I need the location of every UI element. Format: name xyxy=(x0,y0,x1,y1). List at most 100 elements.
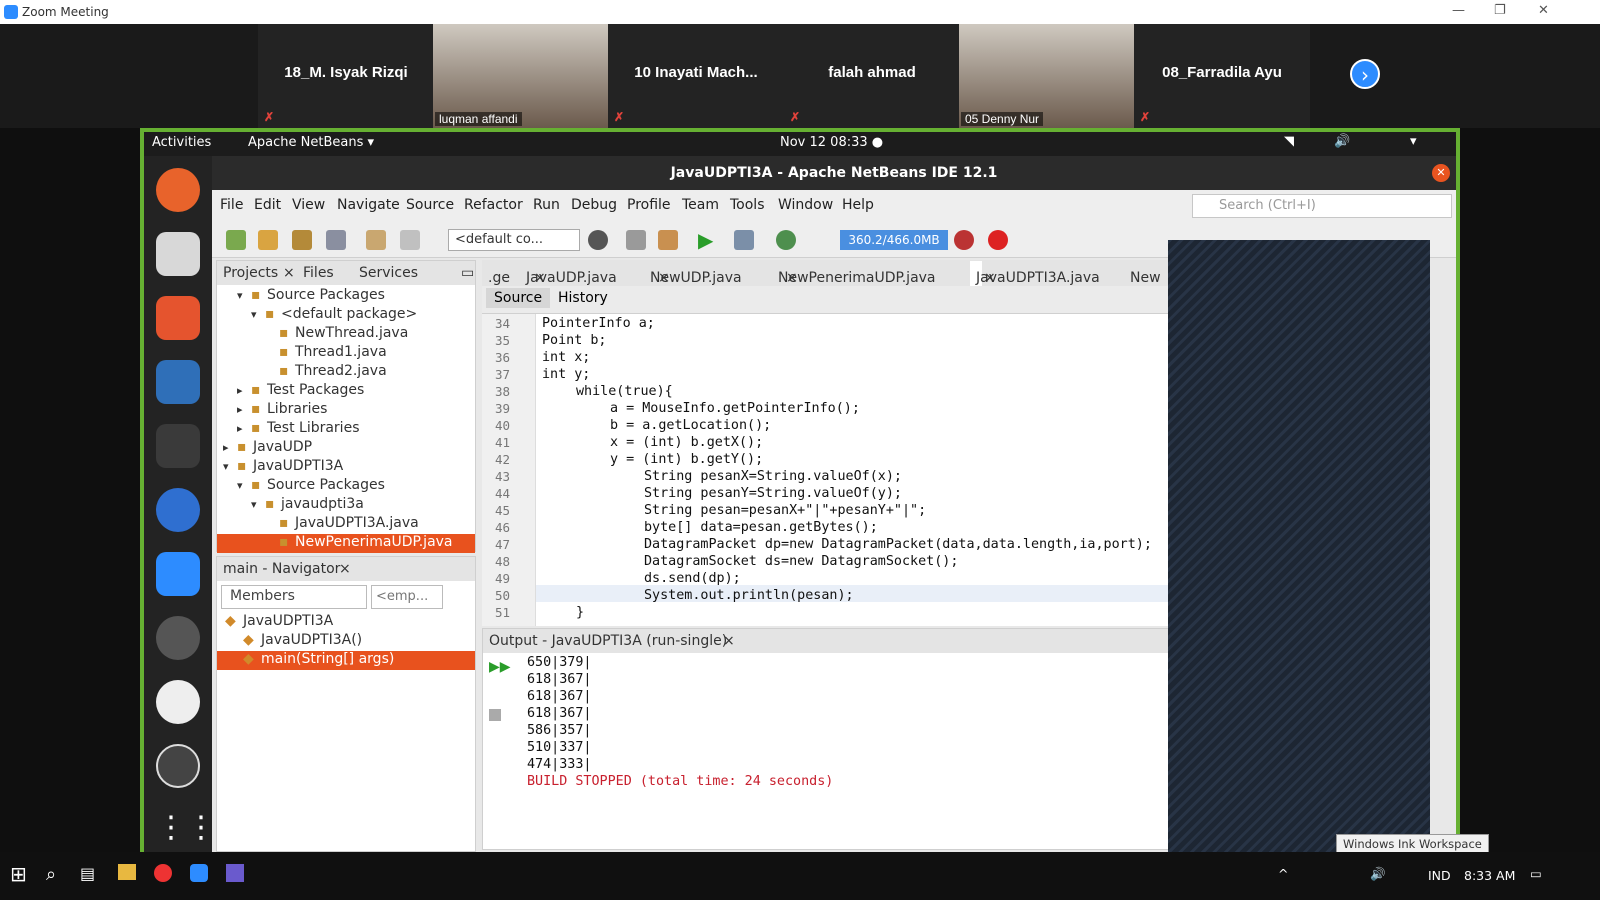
profile-icon[interactable] xyxy=(776,230,796,250)
editor-tab[interactable]: JavaUDPTI3A.java × xyxy=(970,261,1100,286)
minimize-button[interactable]: — xyxy=(1452,3,1465,18)
wifi-icon[interactable]: ◥ xyxy=(1284,134,1294,149)
tab-services[interactable]: Services xyxy=(359,265,418,281)
code-line[interactable]: byte[] data=pesan.getBytes(); xyxy=(644,520,878,535)
tree-item[interactable]: ▾ ▪ <default package> xyxy=(217,306,475,325)
terminal-icon[interactable] xyxy=(156,424,200,468)
tree-arrow-icon[interactable]: ▾ xyxy=(251,308,265,321)
tree-item[interactable]: ▾ ▪ Source Packages xyxy=(217,477,475,496)
history-tab[interactable]: History xyxy=(558,290,608,306)
window-close-icon[interactable]: ✕ xyxy=(1432,164,1450,182)
code-line[interactable]: int x; xyxy=(542,350,590,365)
code-line[interactable]: x = (int) b.getX(); xyxy=(610,435,763,450)
obs-icon[interactable] xyxy=(156,744,200,788)
menu-edit[interactable]: Edit xyxy=(254,197,281,213)
code-line[interactable]: int y; xyxy=(542,367,590,382)
tree-item[interactable]: ▪ JavaUDPTI3A.java xyxy=(217,515,475,534)
clock[interactable]: Nov 12 08:33 ● xyxy=(780,135,883,150)
code-line[interactable]: DatagramPacket dp=new DatagramPacket(dat… xyxy=(644,537,1152,552)
code-line[interactable]: ds.send(dp); xyxy=(644,571,741,586)
code-line[interactable]: while(true){ xyxy=(576,384,673,399)
code-line[interactable]: b = a.getLocation(); xyxy=(610,418,771,433)
stop-profiler-icon[interactable] xyxy=(988,230,1008,250)
search-input[interactable]: Search (Ctrl+I) xyxy=(1192,194,1452,218)
tree-item[interactable]: ▾ ▪ javaudpti3a xyxy=(217,496,475,515)
code-line[interactable]: } xyxy=(576,605,584,620)
tray-chevron-icon[interactable]: ^ xyxy=(1278,866,1288,881)
save-all-icon[interactable] xyxy=(326,230,346,250)
menu-profile[interactable]: Profile xyxy=(627,197,671,213)
redo-icon[interactable] xyxy=(400,230,420,250)
participant-tile[interactable]: luqman affandi xyxy=(433,24,609,128)
memory-indicator[interactable]: 360.2/466.0MB xyxy=(840,230,948,250)
zoom-taskbar-icon[interactable] xyxy=(190,864,208,882)
menu-view[interactable]: View xyxy=(292,197,325,213)
output-title[interactable]: Output - JavaUDPTI3A (run-single) xyxy=(489,633,727,649)
new-project-icon[interactable] xyxy=(258,230,278,250)
output-close-icon[interactable]: × xyxy=(723,633,735,649)
navigator-item[interactable]: ◆ JavaUDPTI3A() xyxy=(217,632,475,651)
tab-close-icon[interactable]: × xyxy=(283,265,295,281)
tree-item[interactable]: ▾ ▪ JavaUDPTI3A xyxy=(217,458,475,477)
tree-arrow-icon[interactable]: ▸ xyxy=(237,422,251,435)
webcam-icon[interactable] xyxy=(156,680,200,724)
navigator-close-icon[interactable]: × xyxy=(339,561,351,577)
volume-tray-icon[interactable]: 🔊 xyxy=(1370,866,1386,882)
restore-button[interactable]: ❐ xyxy=(1494,3,1506,18)
members-select[interactable]: Members xyxy=(221,585,367,609)
undo-icon[interactable] xyxy=(366,230,386,250)
menu-debug[interactable]: Debug xyxy=(571,197,617,213)
tree-arrow-icon[interactable]: ▸ xyxy=(223,441,237,454)
software-icon[interactable] xyxy=(156,296,200,340)
clean-build-icon[interactable] xyxy=(658,230,678,250)
run-icon[interactable]: ▶ xyxy=(698,230,718,250)
code-line[interactable]: String pesanY=String.valueOf(y); xyxy=(644,486,902,501)
taskbar-clock[interactable]: 8:33 AM xyxy=(1464,868,1515,883)
globe-icon[interactable] xyxy=(588,230,608,250)
editor-tab-close-icon[interactable]: × xyxy=(658,270,670,286)
code-line[interactable]: System.out.println(pesan); xyxy=(644,588,854,603)
code-editor[interactable]: 34 35 36 37 38 39 40 41 42 43 44 45 46 47 48 49 50 51 Poi… xyxy=(482,314,1182,626)
tab-files[interactable]: Files xyxy=(303,265,334,281)
app-menu[interactable]: Apache NetBeans ▾ xyxy=(248,135,374,150)
tree-arrow-icon[interactable]: ▾ xyxy=(237,289,251,302)
editor-tab-close-icon[interactable]: × xyxy=(786,270,798,286)
code-line[interactable]: DatagramSocket ds=new DatagramSocket(); xyxy=(644,554,958,569)
navigator-filter[interactable]: <emp... xyxy=(371,585,443,609)
tree-item[interactable]: ▪ Thread2.java xyxy=(217,363,475,382)
menu-tools[interactable]: Tools xyxy=(730,197,765,213)
language-indicator[interactable]: IND xyxy=(1428,868,1451,883)
minimize-panel-icon[interactable]: ▭ xyxy=(461,265,474,281)
chrome-taskbar-icon[interactable] xyxy=(154,864,172,882)
new-file-icon[interactable] xyxy=(226,230,246,250)
participant-tile[interactable]: 08_Farradila Ayu ✗ xyxy=(1134,24,1310,128)
participant-tile[interactable]: 18_M. Isyak Rizqi ✗ xyxy=(258,24,434,128)
rerun-icon[interactable]: ▶▶ xyxy=(489,659,511,675)
navigator-item[interactable]: ◆ main(String[] args) xyxy=(217,651,475,670)
tree-arrow-icon[interactable]: ▾ xyxy=(223,460,237,473)
debug-icon[interactable] xyxy=(734,230,754,250)
tree-arrow-icon[interactable]: ▾ xyxy=(251,498,265,511)
menu-source[interactable]: Source xyxy=(406,197,454,213)
stop-icon[interactable] xyxy=(489,709,501,721)
participant-tile[interactable]: 10 Inayati Mach... ✗ xyxy=(608,24,784,128)
start-icon[interactable]: ⊞ xyxy=(10,862,27,886)
editor-tab-close-icon[interactable]: × xyxy=(534,270,546,286)
code-line[interactable]: String pesan=pesanX+"|"+pesanY+"|"; xyxy=(644,503,926,518)
close-button[interactable]: ✕ xyxy=(1538,3,1549,18)
volume-icon[interactable]: 🔊 xyxy=(1334,134,1350,149)
code-line[interactable]: y = (int) b.getY(); xyxy=(610,452,763,467)
tree-arrow-icon[interactable]: ▸ xyxy=(237,384,251,397)
search-icon[interactable]: ⌕ xyxy=(46,864,56,885)
menu-window[interactable]: Window xyxy=(778,197,833,213)
tree-item[interactable]: ▾ ▪ Source Packages xyxy=(217,287,475,306)
tree-item[interactable]: ▪ Thread1.java xyxy=(217,344,475,363)
open-project-icon[interactable] xyxy=(292,230,312,250)
settings-icon[interactable] xyxy=(156,616,200,660)
navigator-title[interactable]: main - Navigator xyxy=(223,561,340,577)
source-tab[interactable]: Source xyxy=(486,288,551,308)
tree-arrow-icon[interactable]: ▸ xyxy=(237,403,251,416)
zoom-icon[interactable] xyxy=(156,552,200,596)
tree-item[interactable]: ▸ ▪ Test Libraries xyxy=(217,420,475,439)
menu-file[interactable]: File xyxy=(220,197,243,213)
